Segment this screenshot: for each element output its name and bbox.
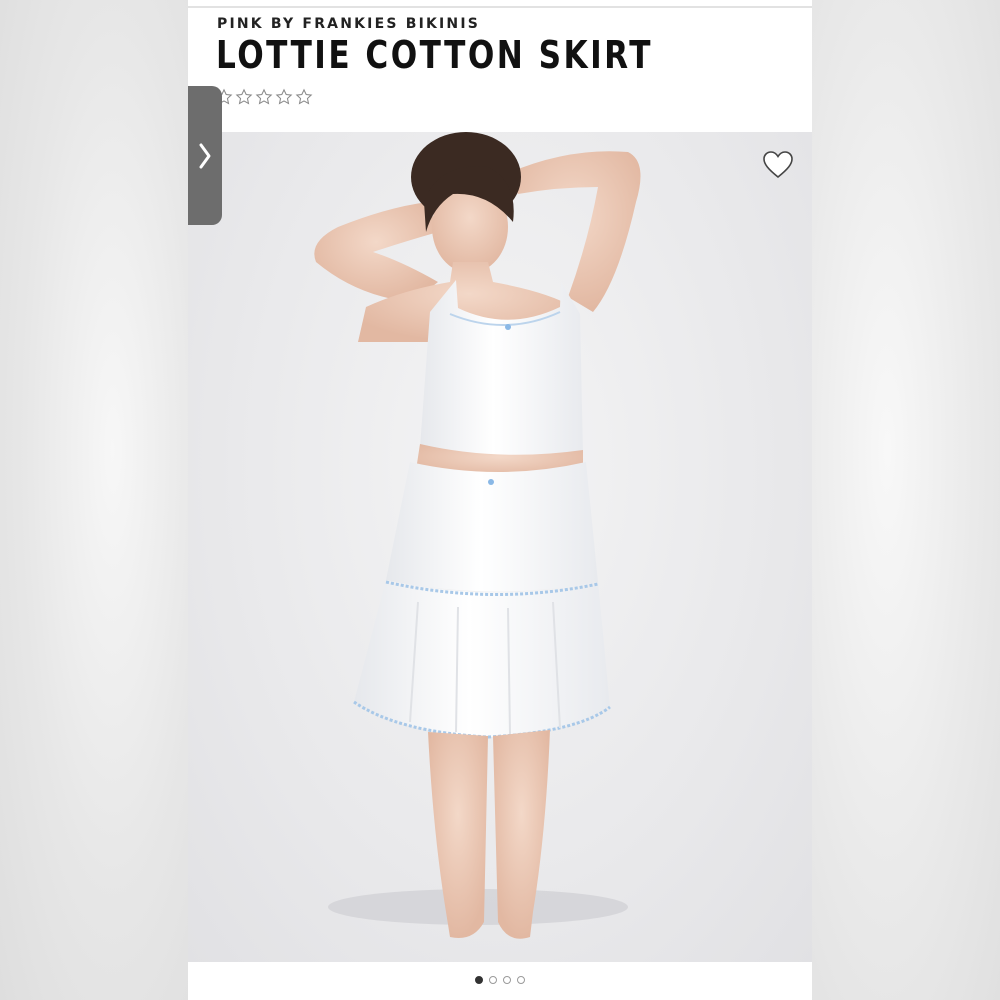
- star-icon: [295, 88, 313, 105]
- left-blur-background: [0, 0, 188, 1000]
- product-photo[interactable]: [188, 132, 812, 962]
- model-illustration: [314, 132, 641, 939]
- pagination-dot[interactable]: [517, 976, 525, 984]
- product-screen: PINK BY FRANKIES BIKINIS LOTTIE COTTON S…: [188, 0, 812, 1000]
- rating-stars[interactable]: [215, 88, 313, 106]
- star-icon: [255, 88, 273, 105]
- gallery-pagination[interactable]: [188, 976, 812, 984]
- next-slide-button[interactable]: [188, 86, 222, 225]
- pagination-dot[interactable]: [475, 976, 483, 984]
- brand-name: PINK BY FRANKIES BIKINIS: [217, 16, 481, 32]
- star-icon: [235, 88, 253, 105]
- pagination-dot[interactable]: [489, 976, 497, 984]
- right-blur-background: [812, 0, 1000, 1000]
- star-icon: [275, 88, 293, 105]
- product-title: LOTTIE COTTON SKIRT: [216, 33, 653, 77]
- pagination-dot[interactable]: [503, 976, 511, 984]
- divider: [188, 6, 812, 8]
- heart-icon[interactable]: [762, 150, 794, 180]
- chevron-right-icon: [199, 143, 211, 168]
